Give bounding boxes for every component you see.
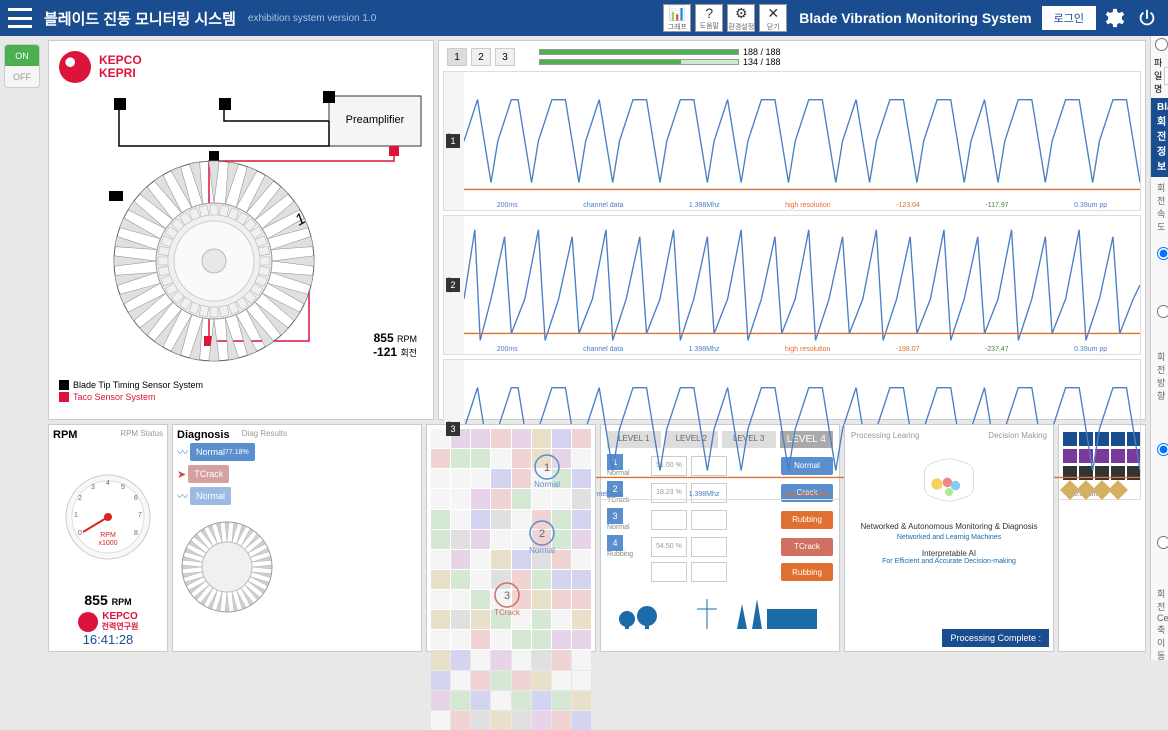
svg-text:4: 4: [106, 480, 110, 487]
radio-option[interactable]: 반시계 방향 회전: [1157, 404, 1168, 495]
diagnosis-panel: DiagnosisDiag Results 〰Normal77.18% ➤TCr…: [172, 424, 422, 652]
legend-taco: Taco Sensor System: [73, 392, 156, 402]
svg-text:8: 8: [134, 530, 138, 537]
svg-text:3: 3: [91, 484, 95, 491]
brain-icon: [909, 450, 989, 510]
svg-text:2: 2: [78, 495, 82, 502]
signal-chart-ch2: CH2 2 200mschannel data1.398Mhzhigh reso…: [443, 215, 1141, 355]
gear-icon[interactable]: [1102, 5, 1128, 31]
svg-text:0: 0: [78, 530, 82, 537]
graph-button[interactable]: 📊그래프: [663, 4, 691, 32]
top-radio-1[interactable]: 1: [1155, 38, 1168, 51]
signal-charts-panel: 1 2 3 188 / 188 134 / 188 CH1 1: [438, 40, 1146, 420]
svg-text:1: 1: [74, 512, 78, 519]
toggle-off: OFF: [5, 66, 39, 87]
kepco-logo-text: KEPCOKEPRI: [99, 54, 142, 80]
diag-bar-normal: Normal77.18%: [190, 443, 255, 461]
svg-text:x1000: x1000: [98, 540, 117, 547]
processing-status: Processing Complete :: [942, 629, 1049, 647]
left-column: ON OFF: [0, 36, 44, 660]
turbine-diagram-panel: KEPCOKEPRI Preamplifier: [48, 40, 434, 420]
signal-chart-ch1: CH1 1 200mschannel data1.398Mhzhigh reso…: [443, 71, 1141, 211]
login-button[interactable]: 로그인: [1042, 6, 1096, 30]
svg-text:7: 7: [138, 512, 142, 519]
legend-btt: Blade Tip Timing Sensor System: [73, 380, 203, 390]
wave-icon: 〰: [177, 444, 188, 460]
time-display: 16:41:28: [53, 632, 163, 647]
ai-panel: Processing LearingDecision Making Networ…: [844, 424, 1054, 652]
on-off-toggle[interactable]: ON OFF: [4, 44, 40, 88]
mini-turbine: [177, 517, 277, 617]
chart-tab-1[interactable]: 1: [447, 48, 467, 66]
diag-bar-tcrack: TCrack: [188, 465, 229, 483]
settings-button[interactable]: ⚙환경설정: [727, 4, 755, 32]
rpm-gauge-panel: RPMRPM Status 012 345 678 RPM x1000: [48, 424, 168, 652]
wave-icon: 〰: [177, 488, 188, 504]
rpm-gauge: 0 1 2 3 4 5 6 7 8 RPM x1000: [58, 467, 158, 567]
help-button[interactable]: ?도움말: [695, 4, 723, 32]
radio-option[interactable]: 실제 RPM이용: [1157, 235, 1168, 271]
app-title-en: Blade Vibration Monitoring System: [799, 10, 1031, 26]
turbine-diagram: Preamplifier: [59, 91, 425, 371]
chart-tab-3[interactable]: 3: [495, 48, 515, 66]
settings-sidebar: 1234567 파일명 로딩 Blade 회전 정보회전속도실제 RPM이용트랙…: [1150, 36, 1168, 660]
heatmap-panel: 1 2 3 Normal Normal TCrack: [426, 424, 596, 652]
app-subtitle: exhibition system version 1.0: [248, 13, 376, 24]
close-button[interactable]: ✕닫기: [759, 4, 787, 32]
filename-label: 파일명: [1154, 56, 1162, 95]
svg-text:RPM: RPM: [100, 532, 116, 539]
cityscape-icon: [607, 594, 835, 634]
rpm-display: 855 RPM -121 회전: [373, 331, 417, 359]
chart-tab-2[interactable]: 2: [471, 48, 491, 66]
svg-text:Preamplifier: Preamplifier: [346, 114, 405, 126]
arrow-icon: ➤: [177, 468, 186, 481]
toggle-on: ON: [5, 45, 39, 66]
radio-option[interactable]: 시계 방향 회전: [1157, 503, 1168, 581]
svg-text:6: 6: [134, 495, 138, 502]
kepco-logo-icon: [59, 51, 91, 83]
section-header: Blade 회전 정보: [1151, 98, 1168, 177]
power-icon[interactable]: [1134, 5, 1160, 31]
filename-input[interactable]: [1164, 67, 1168, 85]
diag-bar-normal-2: Normal: [190, 487, 231, 505]
header: 블레이드 진동 모니터링 시스템 exhibition system versi…: [0, 0, 1168, 36]
radio-option[interactable]: 트랙값 이동: [1157, 279, 1168, 344]
app-title-ko: 블레이드 진동 모니터링 시스템: [44, 8, 236, 29]
menu-icon[interactable]: [8, 8, 32, 28]
svg-text:5: 5: [121, 484, 125, 491]
kepco-footer-logo: KEPCO전력연구원: [53, 612, 163, 632]
